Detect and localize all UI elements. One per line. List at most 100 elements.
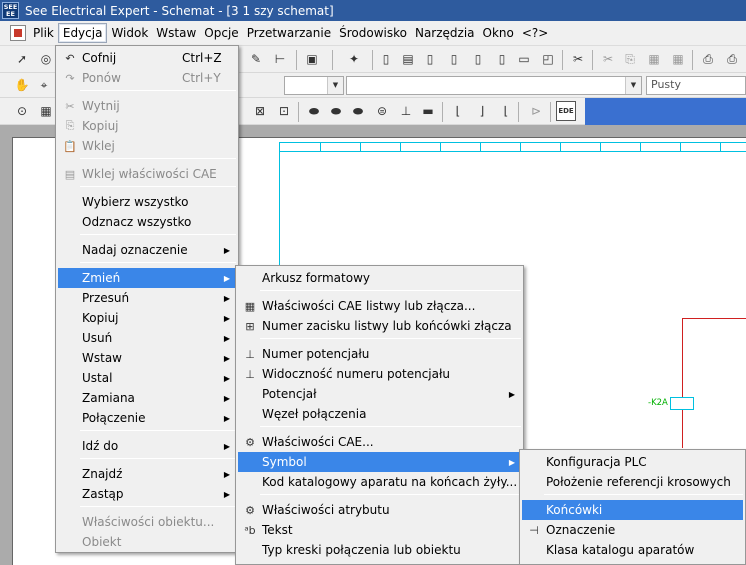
print-icon[interactable]: ⎙ [698,49,718,69]
menu-environment[interactable]: Środowisko [335,24,411,42]
red-wire[interactable] [682,318,746,448]
cable-edit-icon[interactable]: ⬬ [348,101,368,121]
menu-options[interactable]: Opcje [200,24,242,42]
wire-cross-icon[interactable]: ⌋ [472,101,492,121]
menu-item-undo[interactable]: ↶ Cofnij Ctrl+Z [58,48,236,68]
submenu-arrow-icon: ▶ [223,373,230,383]
cable-multi-icon[interactable]: ⬬ [326,101,346,121]
menu-item-delete[interactable]: Usuń ▶ [58,328,236,348]
menu-item-object[interactable]: Obiekt [58,532,236,552]
cable-list-icon[interactable]: ⊜ [372,101,392,121]
menu-processing[interactable]: Przetwarzanie [243,24,335,42]
style-combo[interactable]: Pusty [646,76,746,95]
symbol-item-designation[interactable]: ⊣ Oznaczenie [522,520,743,540]
menu-item-change[interactable]: Zmień ▶ [58,268,236,288]
submenu-item-terminal-number[interactable]: ⊞ Numer zacisku listwy lub końcówki złąc… [238,316,521,336]
submenu-item-connection-node[interactable]: Węzeł połączenia [238,404,521,424]
document-window-icon[interactable] [10,25,26,41]
submenu-item-symbol[interactable]: Symbol ▶ [238,452,521,472]
select-arrow-icon[interactable]: ➚ [12,49,32,69]
new-document-icon[interactable]: ▯ [376,49,396,69]
pan-icon[interactable]: ⌖ [34,75,54,95]
menu-item-redo[interactable]: ↷ Ponów Ctrl+Y [58,68,236,88]
mirror-icon[interactable]: ⊳ [526,101,546,121]
menu-item-find-replace[interactable]: Zastąp ▶ [58,484,236,504]
menu-item-deselect-all[interactable]: Odznacz wszystko [58,212,236,232]
zoom-icon[interactable]: ◎ [36,49,56,69]
line-type-combo[interactable]: ▼ [346,76,642,95]
paste-special-icon[interactable]: ▦ [668,49,688,69]
menu-view[interactable]: Widok [107,24,152,42]
wire-bend-icon[interactable]: ⌊ [448,101,468,121]
menu-item-copy-sub[interactable]: Kopiuj ▶ [58,308,236,328]
submenu-item-wire-end-catalog-code[interactable]: Kod katalogowy aparatu na końcach żyły..… [238,472,521,492]
cable-icon[interactable]: ⬬ [304,101,324,121]
cut-disabled-icon[interactable]: ✂ [568,49,588,69]
window-export-icon[interactable]: ◰ [538,49,558,69]
symbol-replace-icon[interactable]: ⊡ [274,101,294,121]
menu-item-insert[interactable]: Wstaw ▶ [58,348,236,368]
submenu-arrow-icon: ▶ [223,413,230,423]
menu-item-paste-cae-properties[interactable]: ▤ Wklej właściwości CAE [58,164,236,184]
menu-item-copy[interactable]: ⎘ Kopiuj [58,116,236,136]
change-submenu: Arkusz formatowy ▦ Właściwości CAE listw… [235,265,524,565]
connector-icon[interactable]: ▬ [418,101,438,121]
menu-tools[interactable]: Narzędzia [411,24,479,42]
symbol-item-device-catalog-class[interactable]: Klasa katalogu aparatów [522,540,743,560]
wire-icon[interactable]: ⊢ [270,49,290,69]
ede-icon[interactable]: EDE [556,101,576,121]
new-sheet-icon[interactable]: ✦ [344,49,364,69]
menu-window[interactable]: Okno [479,24,518,42]
copy-icon[interactable]: ⎘ [620,49,640,69]
text-icon: ᵃb [244,523,256,537]
symbol-edit-icon[interactable]: ⊠ [250,101,270,121]
document-right-icon[interactable]: ▯ [468,49,488,69]
open-folder-icon[interactable]: ▭ [514,49,534,69]
menu-item-paste[interactable]: 📋 Wklej [58,136,236,156]
menu-item-object-properties[interactable]: Właściwości obiektu... [58,512,236,532]
submenu-item-text[interactable]: ᵃb Tekst [238,520,521,540]
menu-item-connection[interactable]: Połączenie ▶ [58,408,236,428]
document-left-icon[interactable]: ▯ [444,49,464,69]
menu-item-go-to[interactable]: Idź do ▶ [58,436,236,456]
menu-item-set[interactable]: Ustal ▶ [58,368,236,388]
menu-insert[interactable]: Wstaw [152,24,200,42]
submenu-item-cae-properties[interactable]: ⚙ Właściwości CAE... [238,432,521,452]
submenu-arrow-icon: ▶ [508,389,515,399]
terminal-icon[interactable]: ⊥ [396,101,416,121]
paste-icon[interactable]: ▦ [644,49,664,69]
submenu-item-potential-number[interactable]: ⊥ Numer potencjału [238,344,521,364]
menu-item-move[interactable]: Przesuń ▶ [58,288,236,308]
symbol-item-plc-configuration[interactable]: Konfiguracja PLC [522,452,743,472]
relay-coil-symbol[interactable] [670,397,694,410]
wire-end-icon[interactable]: ⌊ [496,101,516,121]
scissors-icon[interactable]: ✂ [598,49,618,69]
menu-item-select-all[interactable]: Wybierz wszystko [58,192,236,212]
document-arrow-icon[interactable]: ▯ [420,49,440,69]
grid-icon[interactable]: ▦ [36,101,56,121]
print-preview-icon[interactable]: ⎙ [722,49,742,69]
submenu-item-potential-visibility[interactable]: ⊥ Widoczność numeru potencjału [238,364,521,384]
layer-combo[interactable]: ▼ [284,76,344,95]
copy-document-icon[interactable]: ▤ [398,49,418,69]
submenu-item-format-sheet[interactable]: Arkusz formatowy [238,268,521,288]
menu-help[interactable]: <?> [518,24,552,42]
submenu-item-terminal-cae-properties[interactable]: ▦ Właściwości CAE listwy lub złącza... [238,296,521,316]
menu-file[interactable]: Plik [29,24,58,42]
menu-edit[interactable]: Edycja [57,23,108,43]
hand-icon[interactable]: ✋ [12,75,32,95]
pen-icon[interactable]: ✎ [246,49,266,69]
menu-item-cut[interactable]: ✂ Wytnij [58,96,236,116]
submenu-item-attribute-properties[interactable]: ⚙ Właściwości atrybutu [238,500,521,520]
menu-item-find[interactable]: Znajdź ▶ [58,464,236,484]
document-down-icon[interactable]: ▯ [492,49,512,69]
symbol-item-cross-reference-position[interactable]: Położenie referencji krosowych [522,472,743,492]
search-icon[interactable]: ⊙ [12,101,32,121]
component-label[interactable]: -K2A [648,398,668,408]
clipboard-icon[interactable]: ▣ [302,49,322,69]
submenu-item-potential[interactable]: Potencjał ▶ [238,384,521,404]
menu-item-replace[interactable]: Zamiana ▶ [58,388,236,408]
submenu-item-line-type[interactable]: Typ kreski połączenia lub obiektu [238,540,521,560]
symbol-item-terminals[interactable]: Końcówki [522,500,743,520]
menu-item-assign-designation[interactable]: Nadaj oznaczenie ▶ [58,240,236,260]
